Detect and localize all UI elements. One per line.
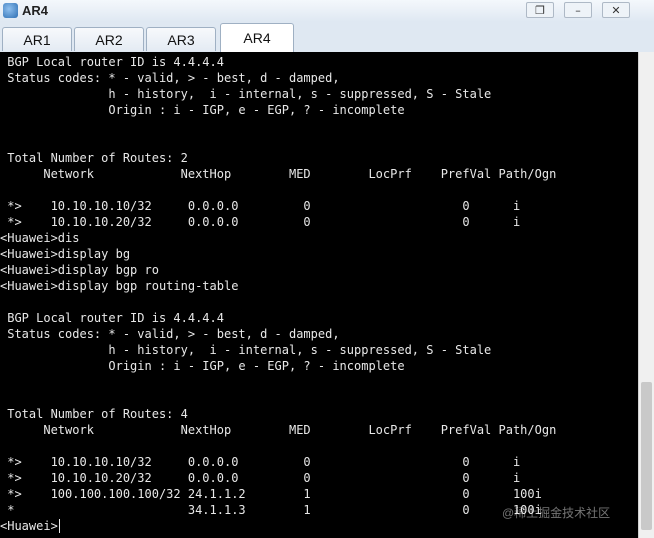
terminal-line: Network NextHop MED LocPrf PrefVal Path/… [0, 423, 557, 437]
window-titlebar: AR4 ❐ – ✕ [0, 0, 654, 23]
terminal-line: *> 10.10.10.20/32 0.0.0.0 0 0 i [0, 215, 521, 229]
terminal-line: Total Number of Routes: 4 [0, 407, 188, 421]
terminal-line: <Huawei>display bgp ro [0, 263, 159, 277]
terminal-line: h - history, i - internal, s - suppresse… [0, 343, 492, 357]
terminal-line: h - history, i - internal, s - suppresse… [0, 87, 492, 101]
terminal-line: *> 10.10.10.10/32 0.0.0.0 0 0 i [0, 199, 521, 213]
terminal-line: Origin : i - IGP, e - EGP, ? - incomplet… [0, 359, 405, 373]
watermark-text: @稀土掘金技术社区 [502, 506, 611, 520]
tab-ar2[interactable]: AR2 [74, 27, 144, 51]
terminal-scrollbar[interactable] [638, 52, 654, 538]
terminal-line: *> 10.10.10.20/32 0.0.0.0 0 0 i [0, 471, 521, 485]
terminal-line: *> 10.10.10.10/32 0.0.0.0 0 0 i [0, 455, 521, 469]
terminal-line: *> 100.100.100.100/32 24.1.1.2 1 0 100i [0, 487, 542, 501]
tab-ar3[interactable]: AR3 [146, 27, 216, 51]
terminal-console[interactable]: BGP Local router ID is 4.4.4.4 Status co… [0, 52, 638, 538]
terminal-line: <Huawei> [0, 519, 58, 533]
tab-bar: AR1 AR2 AR3 AR4 [0, 22, 654, 52]
terminal-line: Status codes: * - valid, > - best, d - d… [0, 71, 340, 85]
terminal-line: Total Number of Routes: 2 [0, 151, 188, 165]
tab-ar4[interactable]: AR4 [220, 23, 294, 52]
terminal-line: Status codes: * - valid, > - best, d - d… [0, 327, 340, 341]
terminal-line: <Huawei>display bg [0, 247, 131, 261]
router-icon [3, 3, 18, 18]
close-button[interactable]: ✕ [602, 2, 630, 18]
scrollbar-thumb[interactable] [641, 382, 652, 530]
terminal-line: Origin : i - IGP, e - EGP, ? - incomplet… [0, 103, 405, 117]
terminal-line: BGP Local router ID is 4.4.4.4 [0, 311, 224, 325]
window-title: AR4 [22, 3, 49, 18]
terminal-line: Network NextHop MED LocPrf PrefVal Path/… [0, 167, 557, 181]
minimize-button[interactable]: – [564, 2, 592, 18]
restore-button[interactable]: ❐ [526, 2, 554, 18]
tab-ar1[interactable]: AR1 [2, 27, 72, 51]
text-cursor [58, 519, 60, 533]
terminal-line: <Huawei>dis [0, 231, 80, 245]
terminal-line: <Huawei>display bgp routing-table [0, 279, 239, 293]
terminal-line: * 34.1.1.3 1 0 100i [0, 503, 542, 517]
terminal-line: BGP Local router ID is 4.4.4.4 [0, 55, 224, 69]
